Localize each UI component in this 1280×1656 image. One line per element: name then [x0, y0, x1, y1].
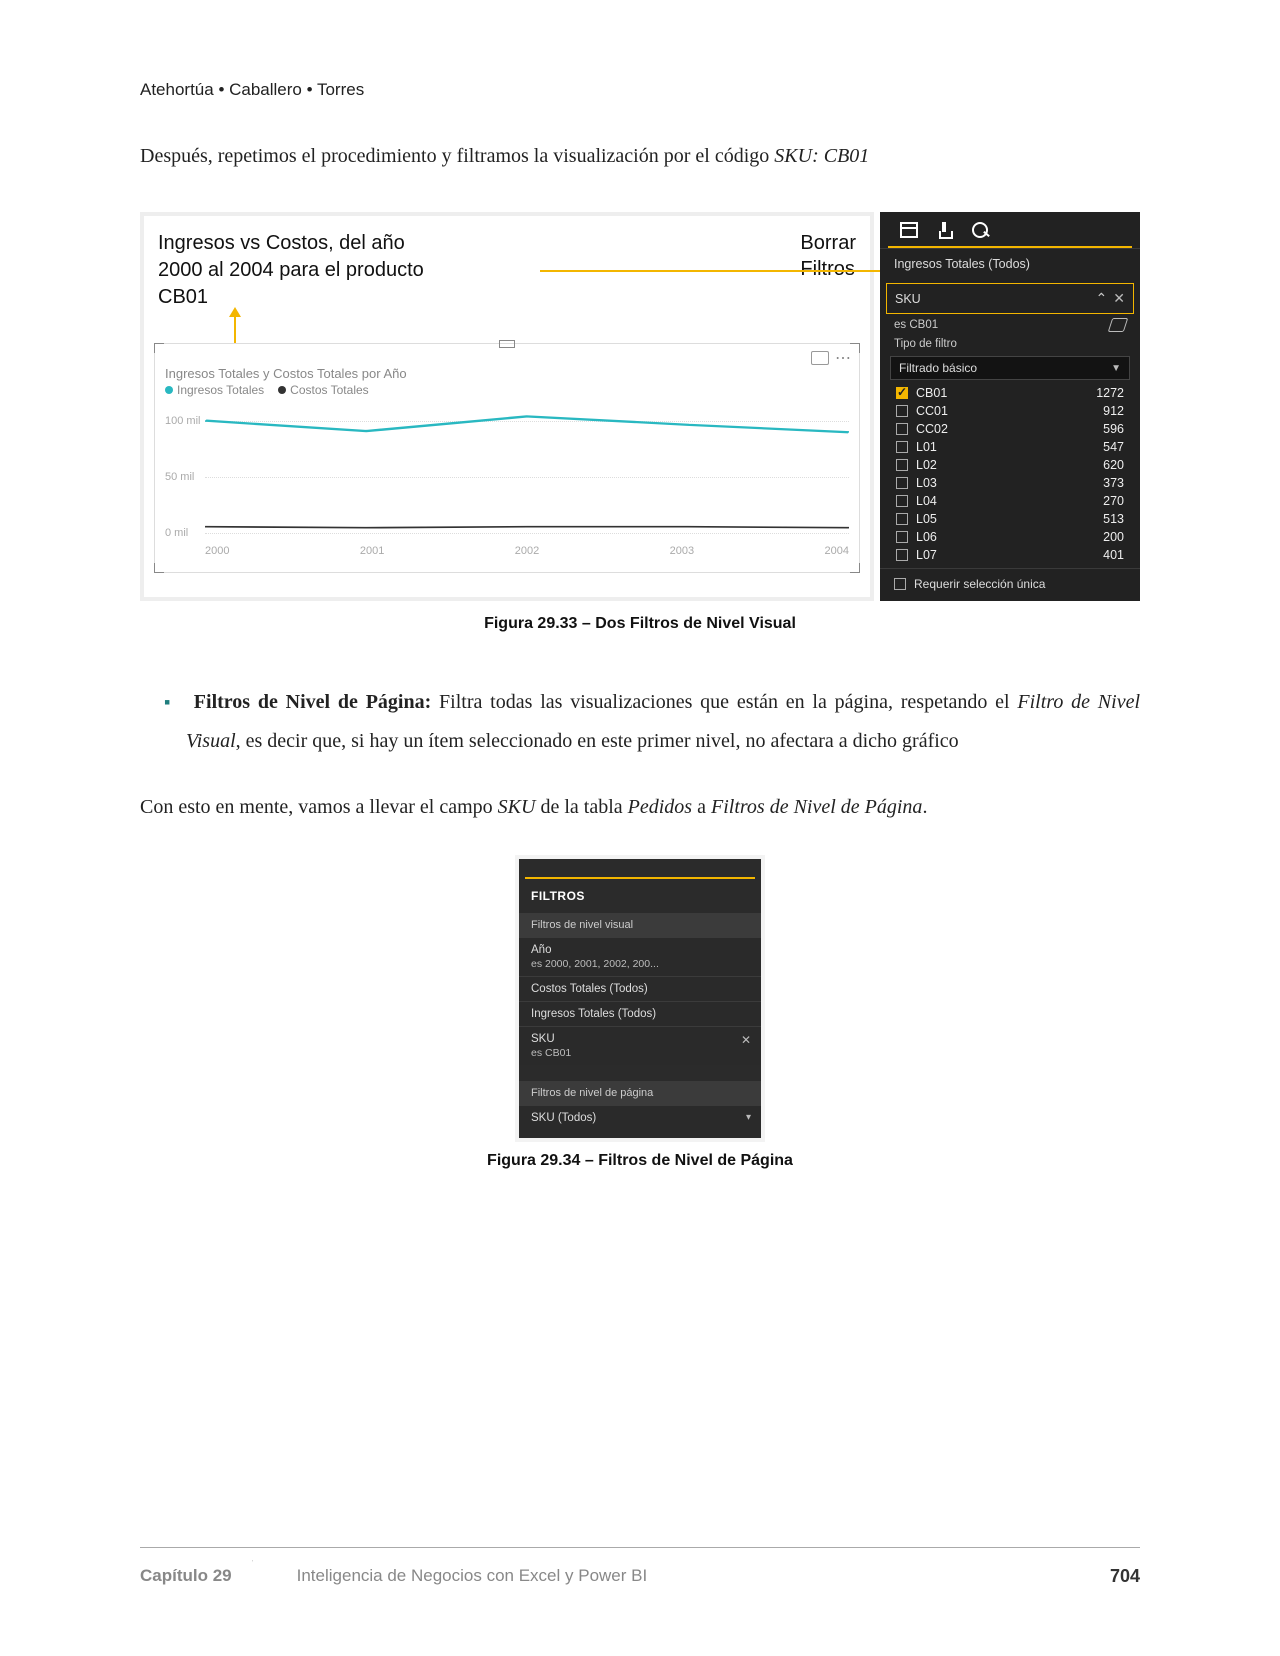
remove-filter-icon[interactable]: ✕: [741, 1033, 751, 1047]
filter-ingresos-label: Ingresos Totales (Todos): [531, 1008, 749, 1020]
figure-29-34: FILTROS Filtros de nivel visual Año es 2…: [140, 855, 1140, 1142]
filters-pane: FILTROS Filtros de nivel visual Año es 2…: [515, 855, 765, 1142]
filter-anio-label: Año: [531, 944, 749, 956]
annotation-connector-line: [540, 270, 880, 272]
footer-chapter: Capítulo 29: [140, 1560, 253, 1592]
filter-anio-sub: es 2000, 2001, 2002, 200...: [531, 958, 749, 970]
filter-row-costos[interactable]: Costos Totales (Todos): [519, 976, 761, 1001]
filter-row-sku-todos[interactable]: SKU (Todos) ▾: [519, 1105, 761, 1130]
filter-row-anio[interactable]: Año es 2000, 2001, 2002, 200...: [519, 937, 761, 976]
filter-sku-sub: es CB01: [531, 1047, 749, 1059]
filter-row-sku[interactable]: SKU es CB01 ✕: [519, 1026, 761, 1065]
chevron-down-icon[interactable]: ▾: [746, 1112, 751, 1123]
footer-title: Inteligencia de Negocios con Excel y Pow…: [253, 1566, 1110, 1586]
filter-sku-todos-label: SKU (Todos): [531, 1112, 749, 1124]
filter-costos-label: Costos Totales (Todos): [531, 983, 749, 995]
filters-pane-tabs: [525, 859, 755, 879]
footer-page-number: 704: [1110, 1566, 1140, 1587]
filter-sku-label: SKU: [531, 1033, 749, 1045]
filter-row-ingresos[interactable]: Ingresos Totales (Todos): [519, 1001, 761, 1026]
page-footer: Capítulo 29 Inteligencia de Negocios con…: [140, 1547, 1140, 1592]
